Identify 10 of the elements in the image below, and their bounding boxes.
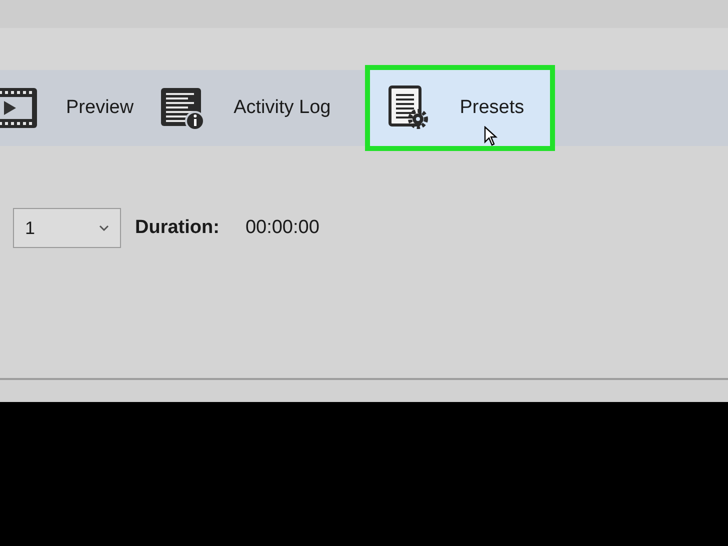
toolbar-button[interactable]: Activity Log <box>160 70 357 146</box>
duration-label: Duration: <box>135 216 220 240</box>
mouse-cursor-icon <box>484 126 498 146</box>
toolbar-button[interactable]: Preview <box>0 70 160 146</box>
chevron-down-icon <box>99 225 109 231</box>
duration-value: 00:00:00 <box>245 216 320 240</box>
title-dropdown[interactable]: 1 <box>13 208 121 248</box>
document-gear-icon <box>388 85 430 131</box>
log-info-icon <box>160 85 206 131</box>
toolbar-button[interactable]: Presets <box>364 65 556 151</box>
